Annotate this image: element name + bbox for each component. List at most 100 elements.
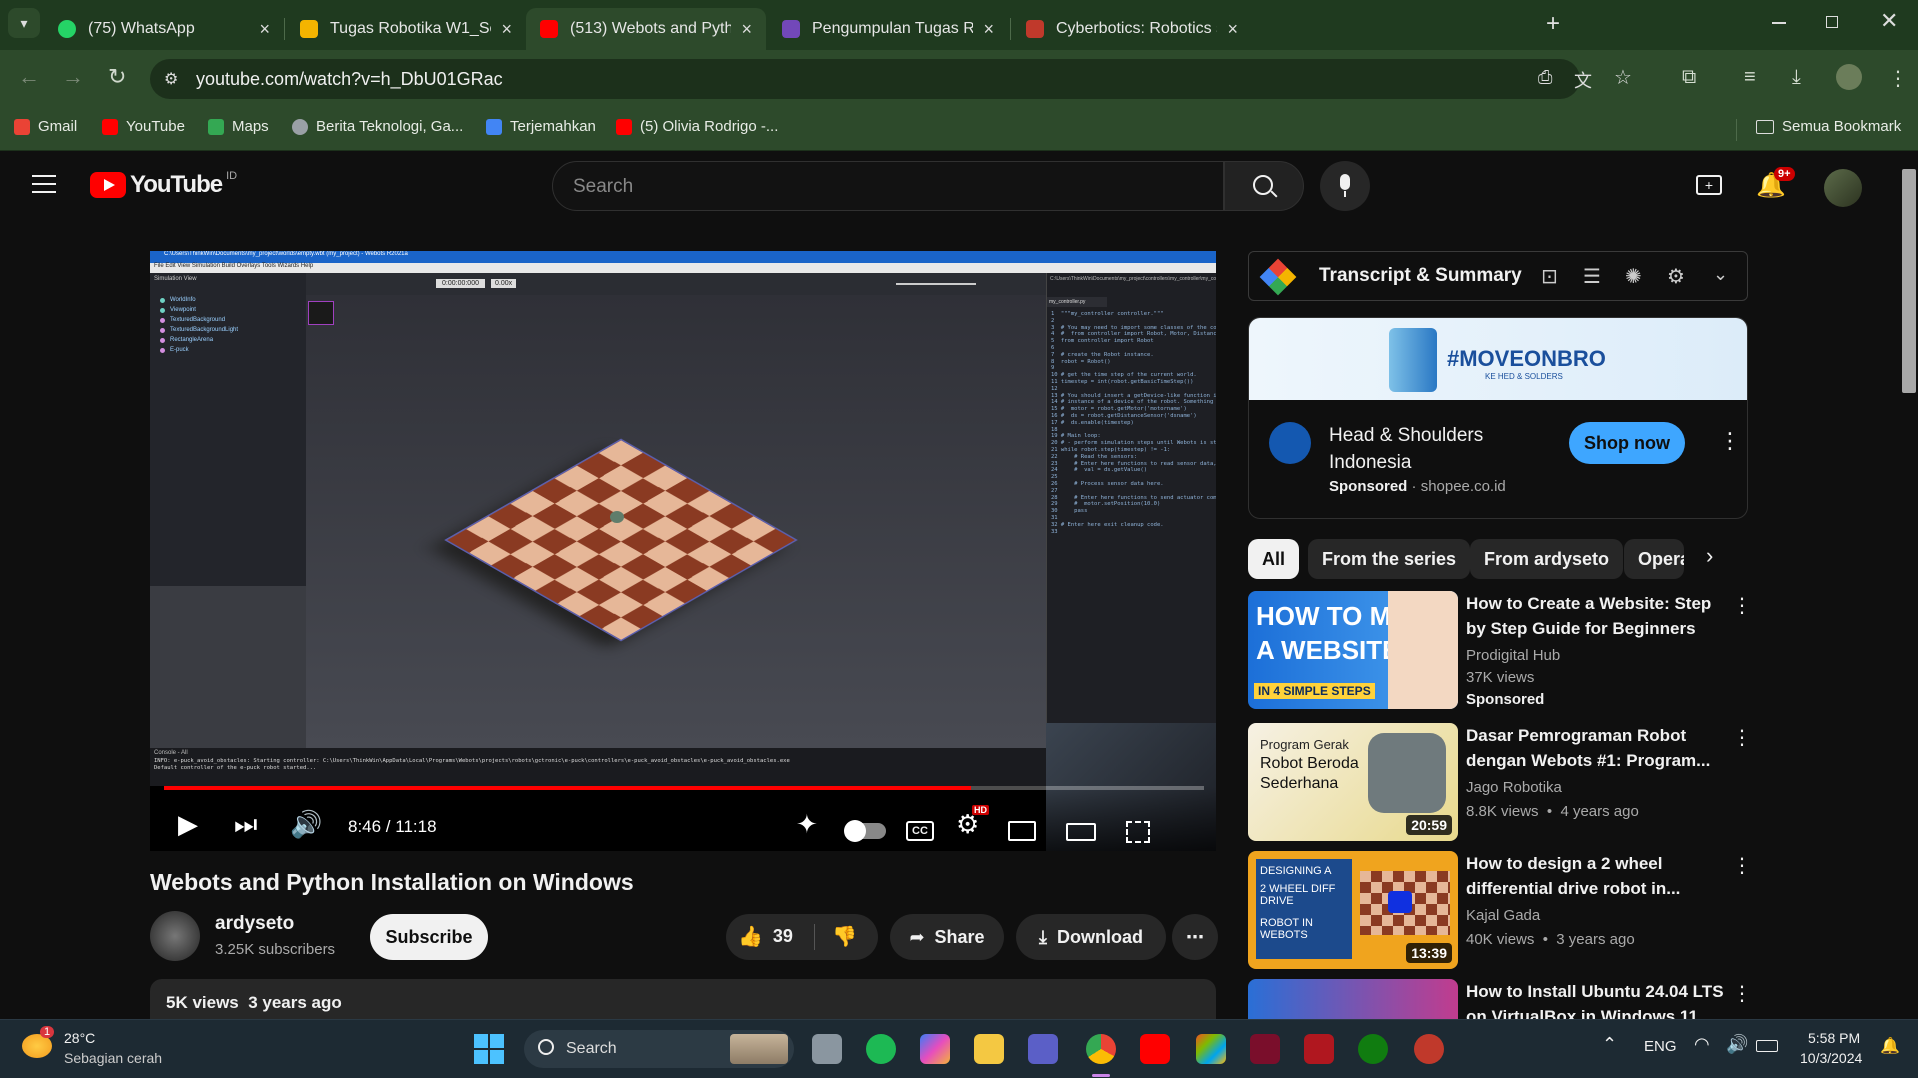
fullscreen-icon[interactable]: [1126, 821, 1150, 843]
game-icon[interactable]: [1304, 1034, 1334, 1064]
rec-channel[interactable]: Kajal Gada: [1466, 907, 1540, 924]
tray-chevron-up-icon[interactable]: ⌃: [1602, 1034, 1617, 1055]
translate-icon[interactable]: 文: [1574, 67, 1592, 93]
sponsored-ad-card[interactable]: #MOVEONBRO KE HED & SOLDERS Head & Shoul…: [1248, 317, 1748, 519]
reload-icon[interactable]: ↻: [108, 64, 126, 90]
settings-gear-icon[interactable]: ⚙ HD: [956, 805, 989, 840]
channel-avatar[interactable]: [150, 911, 200, 961]
wifi-icon[interactable]: ◠: [1694, 1034, 1710, 1055]
address-bar[interactable]: ⚙ youtube.com/watch?v=h_DbU01GRac ⎙ 文 ☆: [150, 59, 1632, 99]
youtube-app-icon[interactable]: [1140, 1034, 1170, 1064]
openai-icon[interactable]: ✺: [1625, 264, 1642, 289]
subscribe-button[interactable]: Subscribe: [370, 914, 488, 960]
extensions-icon[interactable]: ⧉: [1682, 66, 1696, 89]
channel-name[interactable]: ardyseto: [215, 913, 294, 935]
progress-bar[interactable]: [164, 786, 972, 790]
tab-webots-video[interactable]: (513) Webots and Python Install ×: [526, 8, 766, 50]
list-item[interactable]: Program Gerak Robot Beroda Sederhana 20:…: [1248, 723, 1752, 841]
chip-from-ardyseto[interactable]: From ardyseto: [1470, 539, 1624, 579]
volume-icon[interactable]: 🔊: [290, 809, 322, 840]
store-icon[interactable]: [1196, 1034, 1226, 1064]
video-thumbnail[interactable]: DESIGNING A 2 WHEEL DIFF DRIVE ROBOT IN …: [1248, 851, 1458, 969]
battery-icon[interactable]: [1756, 1040, 1778, 1052]
close-icon[interactable]: ×: [1227, 19, 1238, 40]
rec-title[interactable]: How to Create a Website: Step by Step Gu…: [1466, 591, 1726, 641]
description-box[interactable]: 5K views 3 years ago: [150, 979, 1216, 1019]
install-icon[interactable]: ⎙: [1538, 67, 1552, 88]
clock-time[interactable]: 5:58 PM: [1808, 1030, 1860, 1046]
scene-tree-item[interactable]: Viewpoint: [160, 305, 306, 315]
bookmark-youtube[interactable]: YouTube: [102, 118, 185, 135]
search-button[interactable]: [1224, 161, 1304, 211]
scene-tree-item[interactable]: RectangleArena: [160, 335, 306, 345]
video-player[interactable]: C:\Users\ThinkWin\Documents\my_project\w…: [150, 251, 1216, 851]
settings-icon[interactable]: ⚙: [1667, 264, 1685, 289]
share-button[interactable]: ➦ Share: [890, 914, 1004, 960]
theater-mode-icon[interactable]: [1066, 823, 1096, 841]
rec-channel[interactable]: Prodigital Hub: [1466, 647, 1560, 664]
star-icon[interactable]: ☆: [1614, 65, 1632, 90]
close-icon[interactable]: ×: [741, 19, 752, 40]
close-icon[interactable]: ×: [501, 19, 512, 40]
more-actions-button[interactable]: ⋯: [1172, 914, 1218, 960]
rec-title[interactable]: How to design a 2 wheel differential dri…: [1466, 851, 1726, 901]
minimize-icon[interactable]: [1772, 22, 1786, 24]
tab-cyberbotics[interactable]: Cyberbotics: Robotics simulatio ×: [1012, 8, 1252, 50]
scene-tree-item[interactable]: E-puck: [160, 345, 306, 355]
video-thumbnail[interactable]: [1248, 979, 1458, 1019]
transcript-summary-panel[interactable]: Transcript & Summary ⊡ ☰ ✺ ⚙ ⌄: [1248, 251, 1748, 301]
taskbar-search[interactable]: Search: [524, 1030, 794, 1068]
video-thumbnail[interactable]: HOW TO MAKE A WEBSITE IN 4 SIMPLE STEPS: [1248, 591, 1458, 709]
autoplay-toggle[interactable]: [844, 820, 886, 842]
tab-tugas-robotika[interactable]: Tugas Robotika W1_Semester G ×: [286, 8, 526, 50]
download-button[interactable]: ⤓ Download: [1016, 914, 1166, 960]
voice-search-button[interactable]: [1320, 161, 1370, 211]
youtube-logo[interactable]: YouTube ID: [90, 170, 237, 199]
file-explorer-icon[interactable]: [974, 1034, 1004, 1064]
notification-bell-icon[interactable]: 🔔: [1880, 1036, 1900, 1056]
task-view-icon[interactable]: [812, 1034, 842, 1064]
close-window-icon[interactable]: ✕: [1880, 8, 1898, 34]
webots-icon[interactable]: [1414, 1034, 1444, 1064]
tab-whatsapp[interactable]: (75) WhatsApp ×: [44, 8, 284, 50]
hamburger-menu-icon[interactable]: [32, 175, 56, 193]
bookmark-olivia[interactable]: (5) Olivia Rodrigo -...: [616, 118, 778, 135]
tab-search-button[interactable]: ▾: [8, 8, 40, 38]
notifications-button[interactable]: 🔔 9+: [1756, 167, 1795, 200]
site-info-icon[interactable]: ⚙: [164, 69, 178, 89]
account-avatar[interactable]: [1824, 169, 1862, 207]
scene-tree-item[interactable]: TexturedBackground: [160, 315, 306, 325]
more-vert-icon[interactable]: ⋮: [1732, 853, 1752, 878]
play-icon[interactable]: ▶: [178, 809, 198, 840]
chrome-icon[interactable]: [1086, 1034, 1116, 1064]
ad-banner[interactable]: #MOVEONBRO KE HED & SOLDERS: [1249, 318, 1747, 400]
profile-avatar[interactable]: [1836, 64, 1862, 90]
like-button[interactable]: 👍 39: [738, 924, 793, 949]
media-icon[interactable]: ≡: [1744, 66, 1756, 89]
chip-all[interactable]: All: [1248, 539, 1300, 579]
chip-from-series[interactable]: From the series: [1308, 539, 1471, 579]
restore-icon[interactable]: [1826, 16, 1838, 28]
more-vert-icon[interactable]: ⋮: [1732, 981, 1752, 1006]
close-icon[interactable]: ×: [983, 19, 994, 40]
scene-tree-item[interactable]: TexturedBackgroundLight: [160, 325, 306, 335]
copilot-icon[interactable]: [920, 1034, 950, 1064]
chevron-down-icon[interactable]: ⌄: [1713, 264, 1728, 285]
more-vert-icon[interactable]: ⋮: [1732, 593, 1752, 618]
spotify-icon[interactable]: [866, 1034, 896, 1064]
tab-pengumpulan[interactable]: Pengumpulan Tugas Robotik ×: [768, 8, 1008, 50]
language-indicator[interactable]: ENG: [1644, 1038, 1677, 1055]
dislike-button[interactable]: 👎: [832, 924, 857, 949]
bookmark-maps[interactable]: Maps: [208, 118, 269, 135]
next-icon[interactable]: ⏭: [234, 809, 257, 841]
clock-date[interactable]: 10/3/2024: [1800, 1050, 1862, 1066]
shop-now-button[interactable]: Shop now: [1569, 422, 1685, 464]
list-item[interactable]: HOW TO MAKE A WEBSITE IN 4 SIMPLE STEPS …: [1248, 591, 1752, 709]
sparkle-icon[interactable]: ✦: [796, 809, 818, 840]
more-vert-icon[interactable]: ⋮: [1719, 428, 1741, 454]
chevron-right-icon[interactable]: ›: [1706, 543, 1713, 569]
new-tab-button[interactable]: +: [1546, 10, 1560, 38]
xbox-icon[interactable]: [1358, 1034, 1388, 1064]
more-vert-icon[interactable]: ⋮: [1732, 725, 1752, 750]
bookmark-berita[interactable]: Berita Teknologi, Ga...: [292, 118, 463, 135]
